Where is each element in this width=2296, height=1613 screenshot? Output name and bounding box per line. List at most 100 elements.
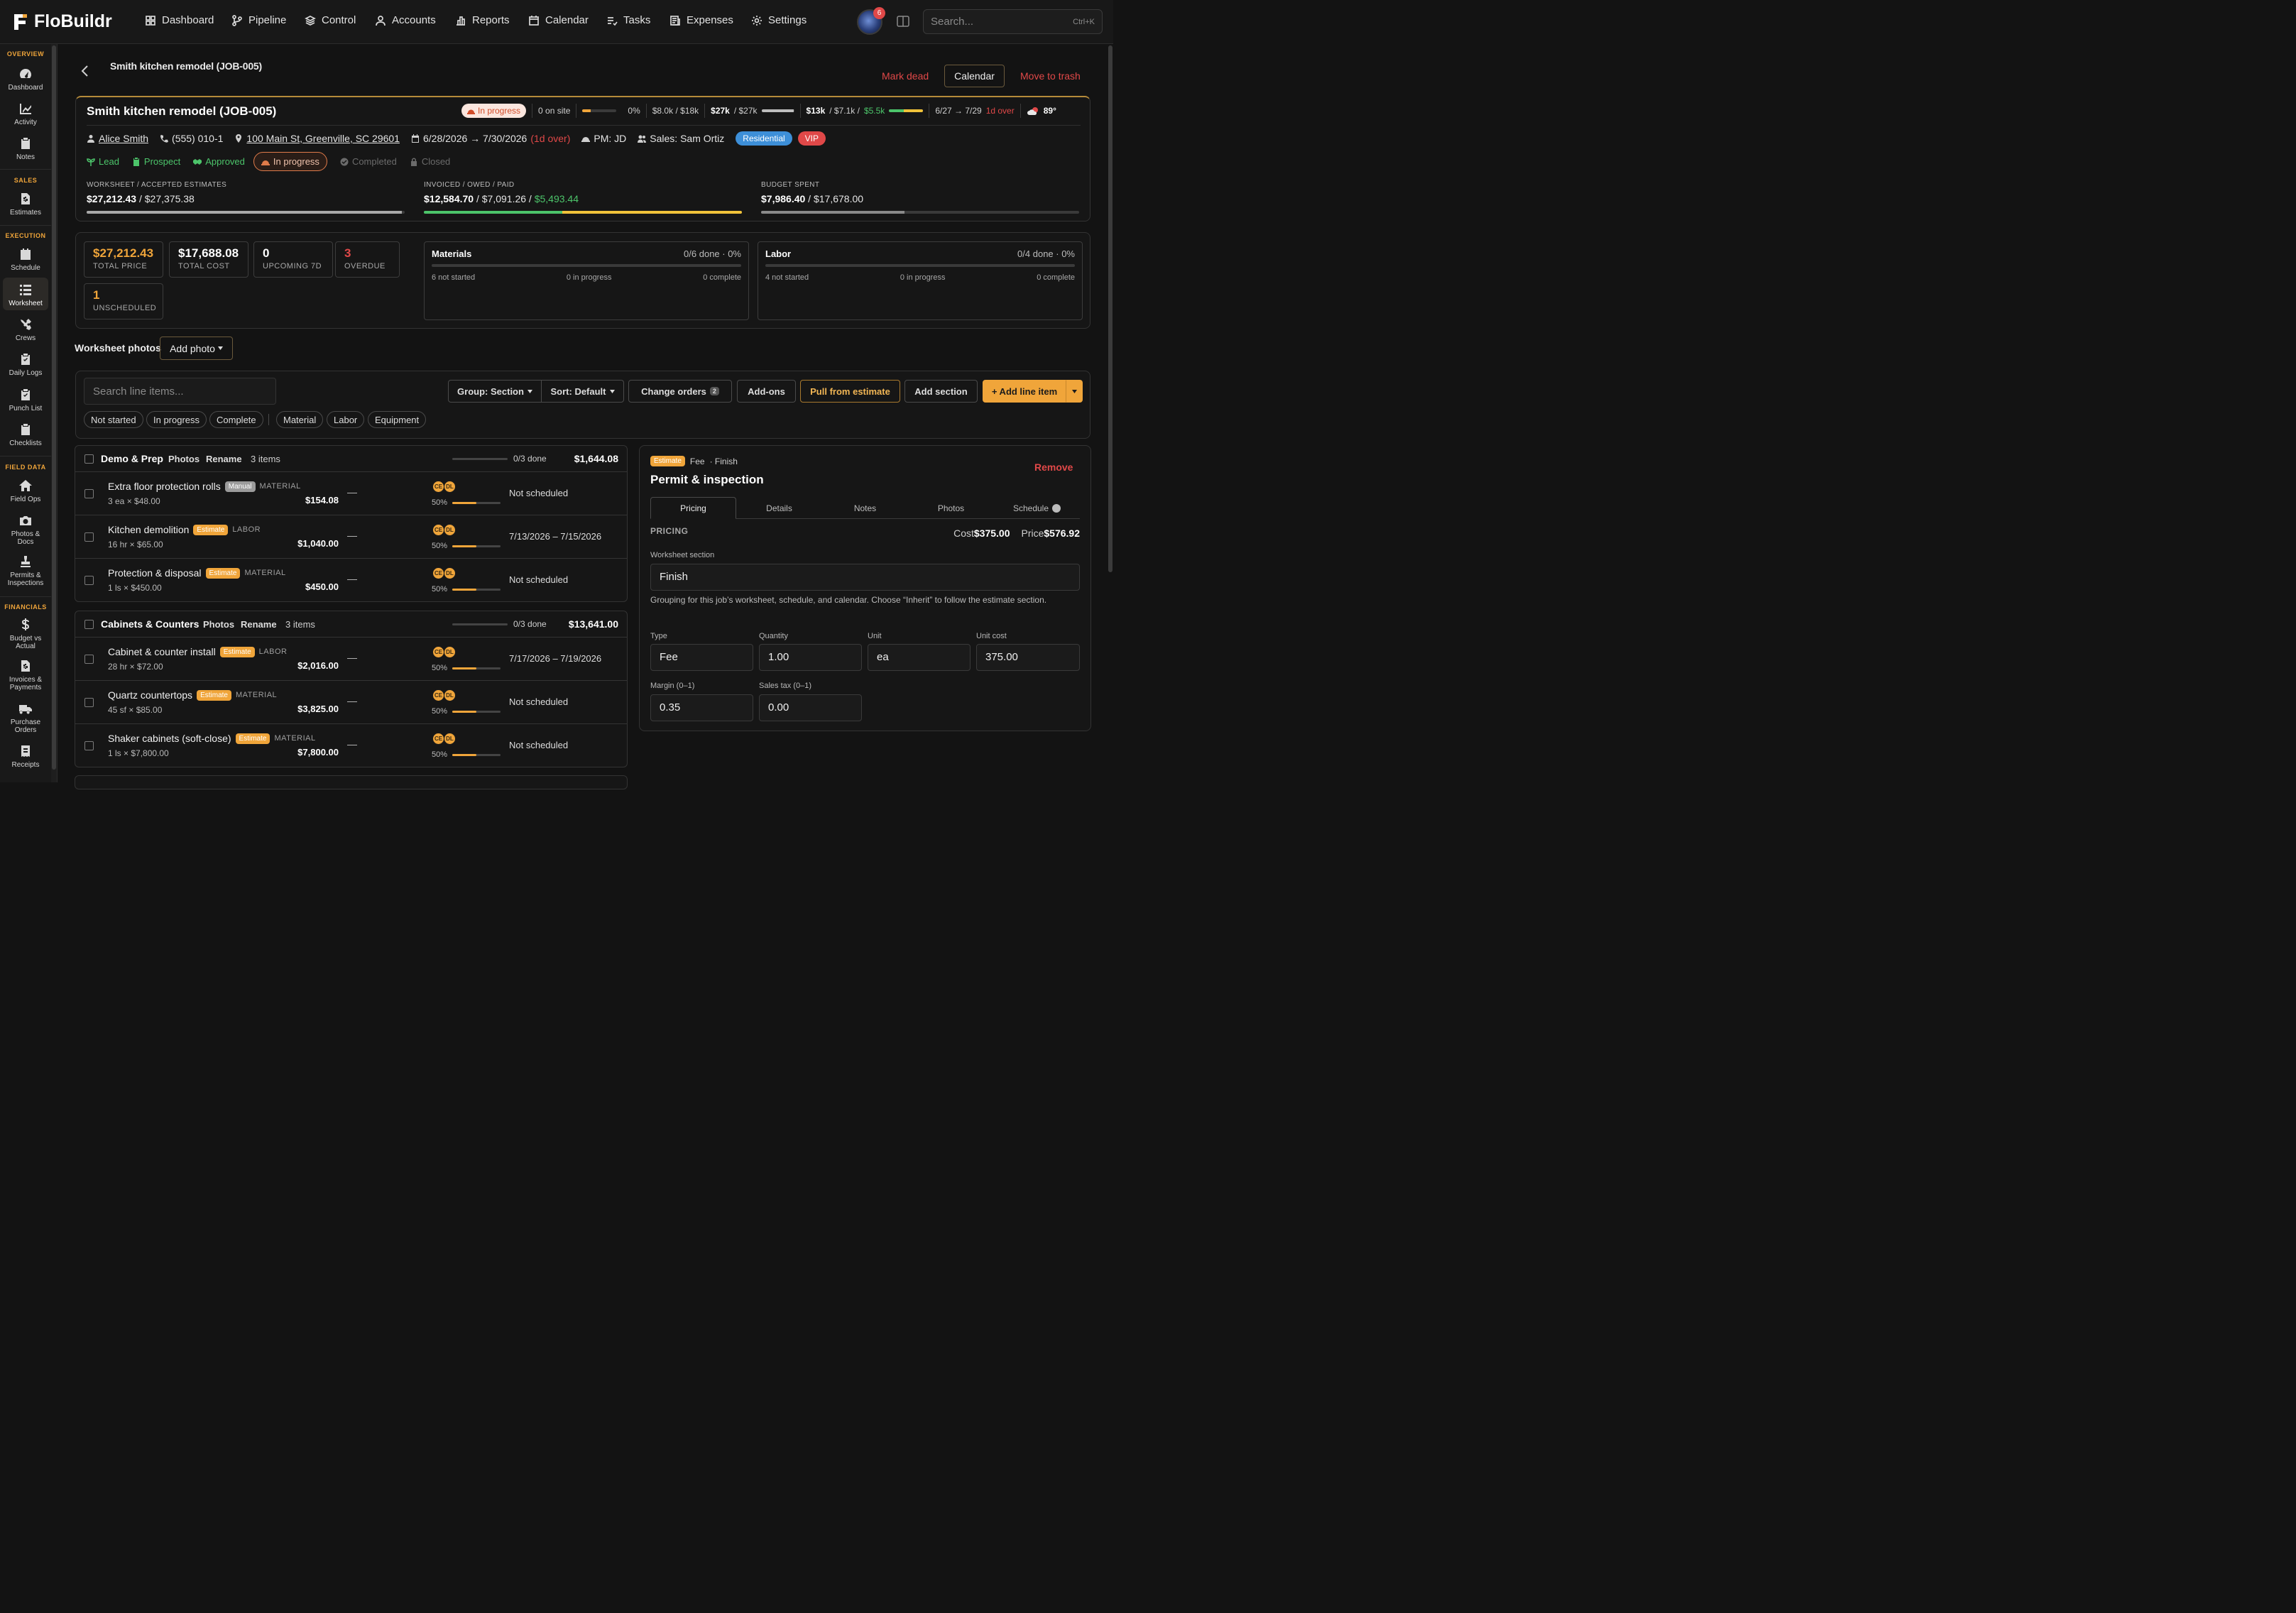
tab-photos[interactable]: Photos	[908, 497, 994, 519]
mark-dead-button[interactable]: Mark dead	[882, 70, 929, 82]
remove-button[interactable]: Remove	[1034, 461, 1073, 473]
stage-lead[interactable]: Lead	[87, 156, 119, 167]
assignee-avatar[interactable]: DL	[444, 646, 456, 658]
line-item-row[interactable]: Shaker cabinets (soft-close) Estimate MATE…	[75, 724, 627, 767]
assignee-avatar[interactable]: DL	[444, 689, 456, 701]
unit-cost-field[interactable]: 375.00	[976, 644, 1080, 671]
section-rename-button[interactable]: Rename	[241, 619, 277, 630]
section-photos-button[interactable]: Photos	[203, 619, 234, 630]
stage-approved[interactable]: Approved	[193, 156, 245, 167]
move-to-trash-button[interactable]: Move to trash	[1020, 70, 1081, 82]
sidebar-item-punch-list[interactable]: Punch List	[3, 388, 48, 412]
sidebar-item-estimates[interactable]: Estimates	[3, 192, 48, 217]
section-photos-button[interactable]: Photos	[168, 454, 199, 464]
row-checkbox[interactable]	[84, 489, 94, 498]
stage-in-progress[interactable]: In progress	[253, 152, 327, 171]
filter-labor[interactable]: Labor	[327, 411, 365, 428]
stage-completed[interactable]: Completed	[340, 156, 397, 167]
row-checkbox[interactable]	[84, 741, 94, 750]
row-checkbox[interactable]	[84, 655, 94, 664]
assignee-avatar[interactable]: DL	[444, 567, 456, 579]
address-link[interactable]: 100 Main St, Greenville, SC 29601	[234, 133, 400, 144]
margin-field[interactable]: 0.35	[650, 694, 753, 721]
tab-notes[interactable]: Notes	[822, 497, 908, 519]
line-item-row[interactable]: Kitchen demolition Estimate LABOR 16 hr × …	[75, 515, 627, 559]
line-item-row[interactable]: Extra floor protection rolls Manual MATERI…	[75, 472, 627, 515]
sidebar-item-worksheet[interactable]: Worksheet	[3, 278, 48, 310]
sidebar-item-purchase-orders[interactable]: Purchase Orders	[3, 701, 48, 734]
sidebar-item-daily-logs[interactable]: Daily Logs	[3, 352, 48, 377]
tag-vip[interactable]: VIP	[797, 131, 826, 146]
sort-dropdown[interactable]: Sort: Default	[541, 380, 624, 403]
sidebar-item-dashboard[interactable]: Dashboard	[3, 67, 48, 92]
stage-prospect[interactable]: Prospect	[132, 156, 180, 167]
panel-toggle-icon[interactable]	[897, 16, 909, 27]
back-arrow-icon[interactable]	[80, 64, 91, 78]
add-section-button[interactable]: Add section	[904, 380, 978, 403]
filter-material[interactable]: Material	[276, 411, 324, 428]
line-item-row[interactable]: Quartz countertops Estimate MATERIAL 45 sf…	[75, 681, 627, 724]
filter-equipment[interactable]: Equipment	[368, 411, 427, 428]
assignee-avatar[interactable]: CE	[432, 646, 444, 658]
tab-schedule[interactable]: Schedule	[994, 497, 1080, 519]
sidebar-item-activity[interactable]: Activity	[3, 102, 48, 126]
sidebar-item-notes[interactable]: Notes	[3, 136, 48, 161]
assignee-avatar[interactable]: CE	[432, 689, 444, 701]
sidebar-item-budget[interactable]: Budget vs Actual	[3, 618, 48, 650]
line-item-search-input[interactable]: Search line items...	[84, 378, 276, 405]
group-dropdown[interactable]: Group: Section	[448, 380, 542, 403]
sidebar-item-field-ops[interactable]: Field Ops	[3, 479, 48, 503]
unit-field[interactable]: ea	[868, 644, 971, 671]
sidebar-item-crews[interactable]: Crews	[3, 317, 48, 342]
sidebar-item-checklists[interactable]: Checklists	[3, 422, 48, 447]
row-checkbox[interactable]	[84, 532, 94, 542]
assignee-avatar[interactable]: CE	[432, 567, 444, 579]
nav-tasks[interactable]: Tasks	[606, 14, 650, 26]
filter-not-started[interactable]: Not started	[84, 411, 143, 428]
tab-details[interactable]: Details	[736, 497, 822, 519]
status-badge[interactable]: In progress	[461, 104, 527, 118]
app-logo[interactable]: FloBuildr	[13, 11, 112, 32]
quantity-field[interactable]: 1.00	[759, 644, 862, 671]
sidebar-scrollbar[interactable]	[51, 44, 57, 782]
line-item-row[interactable]: Cabinet & counter install Estimate LABOR 2…	[75, 638, 627, 681]
sidebar-item-invoices[interactable]: Invoices & Payments	[3, 659, 48, 691]
type-field[interactable]: Fee	[650, 644, 753, 671]
filter-in-progress[interactable]: In progress	[146, 411, 207, 428]
sidebar-item-receipts[interactable]: Receipts	[3, 744, 48, 769]
global-search-input[interactable]: Search... Ctrl+K	[923, 9, 1103, 34]
main-scrollbar[interactable]	[1108, 44, 1113, 782]
line-item-row[interactable]: Protection & disposal Estimate MATERIAL 1 …	[75, 559, 627, 601]
assignee-avatar[interactable]: DL	[444, 481, 456, 493]
assignee-avatar[interactable]: CE	[432, 524, 444, 536]
sidebar-item-permits[interactable]: Permits & Inspections	[3, 554, 48, 587]
assignee-avatar[interactable]: DL	[444, 733, 456, 745]
customer-link[interactable]: Alice Smith	[87, 133, 148, 144]
pull-from-estimate-button[interactable]: Pull from estimate	[800, 380, 900, 403]
calendar-button[interactable]: Calendar	[944, 65, 1005, 87]
nav-accounts[interactable]: Accounts	[375, 14, 436, 26]
assignee-avatar[interactable]: CE	[432, 481, 444, 493]
sales-tax-field[interactable]: 0.00	[759, 694, 862, 721]
filter-complete[interactable]: Complete	[209, 411, 263, 428]
tag-residential[interactable]: Residential	[736, 131, 792, 146]
phone-number[interactable]: (555) 010-1	[160, 133, 223, 144]
nav-dashboard[interactable]: Dashboard	[145, 14, 214, 26]
add-line-item-menu[interactable]	[1066, 380, 1083, 403]
section-rename-button[interactable]: Rename	[206, 454, 242, 464]
sidebar-item-photos-docs[interactable]: Photos & Docs	[3, 513, 48, 546]
add-photo-button[interactable]: Add photo	[160, 337, 233, 360]
row-checkbox[interactable]	[84, 576, 94, 585]
nav-pipeline[interactable]: Pipeline	[231, 14, 286, 26]
stage-closed[interactable]: Closed	[410, 156, 450, 167]
nav-control[interactable]: Control	[305, 14, 356, 26]
row-checkbox[interactable]	[84, 698, 94, 707]
nav-calendar[interactable]: Calendar	[528, 14, 589, 26]
change-orders-button[interactable]: Change orders 2	[628, 380, 732, 403]
add-line-item-button[interactable]: + Add line item	[983, 380, 1066, 403]
assignee-avatar[interactable]: DL	[444, 524, 456, 536]
section-checkbox[interactable]	[84, 619, 94, 629]
worksheet-section-field[interactable]: Finish	[650, 564, 1080, 591]
section-checkbox[interactable]	[84, 454, 94, 464]
tab-pricing[interactable]: Pricing	[650, 497, 736, 519]
